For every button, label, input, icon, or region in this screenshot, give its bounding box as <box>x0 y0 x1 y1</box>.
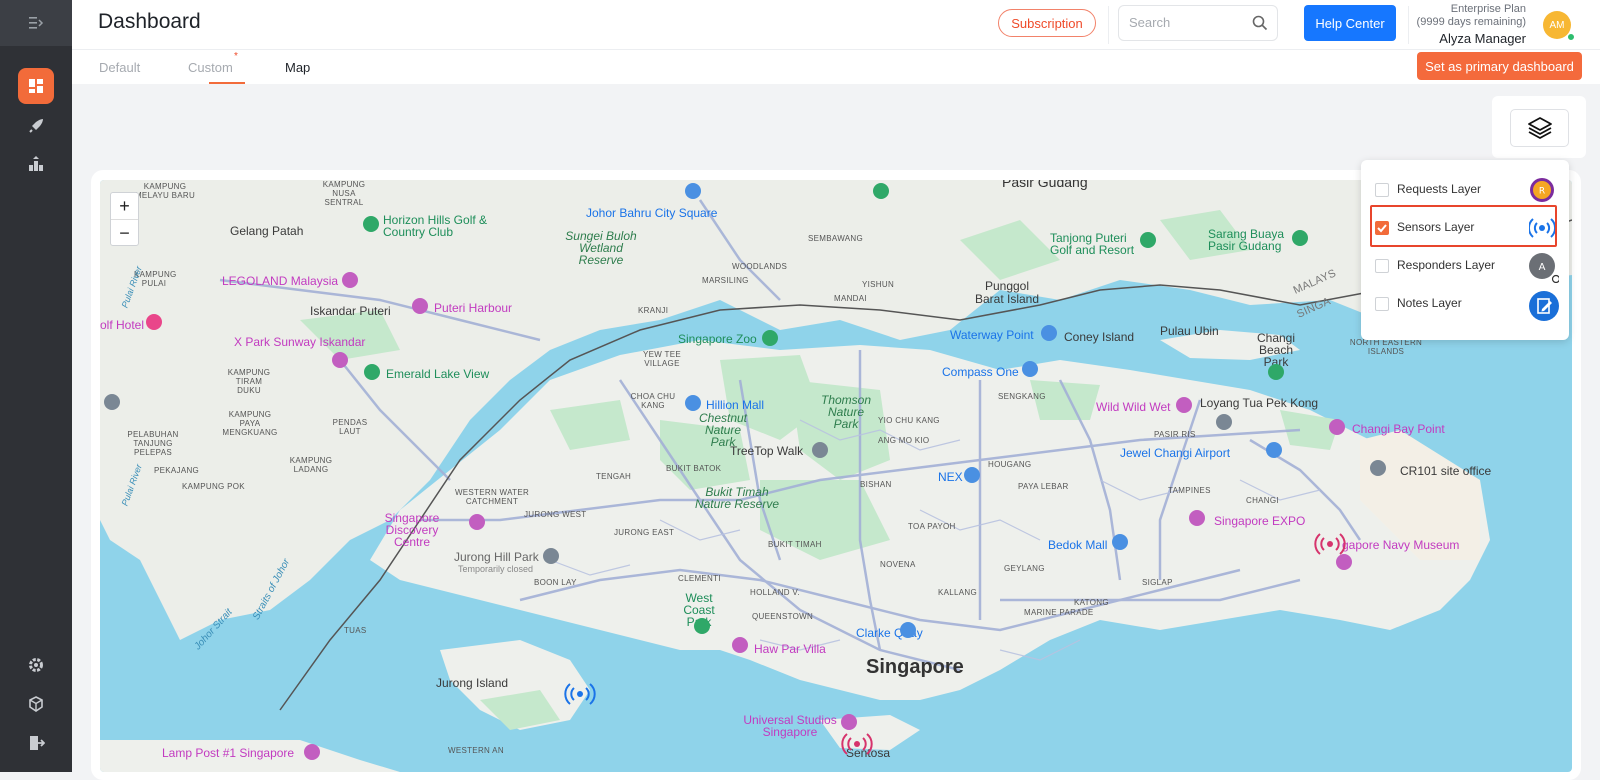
poi-marker-blue[interactable] <box>964 467 980 483</box>
zoom-out-button[interactable]: − <box>111 220 138 246</box>
chart-upload-icon <box>29 156 43 171</box>
nav-launch-button[interactable] <box>18 108 54 144</box>
svg-text:A: A <box>1539 262 1546 273</box>
poi-marker-blue[interactable] <box>1112 534 1128 550</box>
poi-marker-pink[interactable] <box>1336 554 1352 570</box>
poi-marker-blue[interactable] <box>1266 442 1282 458</box>
poi-marker-gray[interactable] <box>1370 460 1386 476</box>
poi-marker-green[interactable] <box>1268 364 1284 380</box>
zoom-control: + − <box>110 192 139 246</box>
nav-settings-button[interactable] <box>18 647 54 683</box>
layer-label: Notes Layer <box>1397 296 1462 310</box>
divider <box>1108 6 1109 44</box>
poi-marker-pink[interactable] <box>304 744 320 760</box>
layer-item-notes[interactable]: Notes Layer <box>1375 289 1559 321</box>
poi-marker-blue[interactable] <box>685 395 701 411</box>
subscription-button[interactable]: Subscription <box>998 9 1096 37</box>
svg-text:R: R <box>1539 187 1545 197</box>
divider <box>1408 6 1409 44</box>
tab-default[interactable]: Default <box>99 60 140 75</box>
poi-marker-pink[interactable] <box>1329 419 1345 435</box>
sensor-marker[interactable] <box>841 733 873 755</box>
poi-marker-pink[interactable] <box>412 298 428 314</box>
rocket-icon <box>29 119 43 133</box>
tab-map-unsaved-marker: * <box>234 51 238 62</box>
nav-dashboard-button[interactable] <box>18 68 54 104</box>
plan-name: Enterprise Plan <box>1450 3 1526 15</box>
poi-marker-green[interactable] <box>694 618 710 634</box>
poi-marker-gray[interactable] <box>104 394 120 410</box>
layer-item-responders[interactable]: Responders Layer A <box>1375 251 1559 283</box>
plan-remaining: (9999 days remaining) <box>1416 16 1526 28</box>
requests-layer-icon: R <box>1530 178 1554 202</box>
poi-marker-gray[interactable] <box>812 442 828 458</box>
poi-marker-gray[interactable] <box>543 548 559 564</box>
layers-toggle-button[interactable] <box>1510 109 1569 147</box>
top-bar: Dashboard Subscription Help Center Enter… <box>72 0 1600 50</box>
map-canvas[interactable]: Pasir Gudang Johor Bahru City Square Hor… <box>100 180 1572 772</box>
help-center-button[interactable]: Help Center <box>1304 5 1396 41</box>
nav-packages-button[interactable] <box>18 686 54 722</box>
layers-icon <box>1527 117 1552 139</box>
poi-marker-green[interactable] <box>762 330 778 346</box>
poi-marker-green[interactable] <box>363 216 379 232</box>
set-primary-dashboard-button[interactable]: Set as primary dashboard <box>1417 52 1582 80</box>
poi-marker-blue[interactable] <box>685 183 701 199</box>
layer-label: Responders Layer <box>1397 258 1496 272</box>
zoom-in-button[interactable]: + <box>111 193 138 219</box>
active-tab-indicator <box>209 82 245 84</box>
poi-marker-green[interactable] <box>1292 230 1308 246</box>
responder-avatar-icon: A <box>1529 253 1559 283</box>
dashboard-tabs: Default Custom Map <box>72 50 1600 84</box>
nav-reports-button[interactable] <box>18 146 54 182</box>
poi-marker-pink[interactable] <box>342 272 358 288</box>
sensors-layer-highlight <box>1370 205 1557 247</box>
poi-marker-pink[interactable] <box>1189 510 1205 526</box>
search-box[interactable] <box>1118 5 1278 41</box>
poi-marker-blue[interactable] <box>900 622 916 638</box>
cube-icon <box>29 696 43 712</box>
poi-marker-green[interactable] <box>1140 232 1156 248</box>
layers-panel: Requests Layer R Sensors Layer Responder… <box>1361 160 1569 340</box>
search-input[interactable] <box>1129 15 1249 30</box>
logout-button[interactable] <box>18 725 54 761</box>
search-icon <box>1252 15 1268 31</box>
note-edit-icon <box>1529 291 1559 321</box>
layer-item-requests[interactable]: Requests Layer R <box>1375 175 1555 205</box>
requests-layer-checkbox[interactable] <box>1375 183 1389 197</box>
responders-layer-checkbox[interactable] <box>1375 259 1389 273</box>
plan-info: Enterprise Plan (9999 days remaining) Al… <box>1410 3 1526 45</box>
tab-custom[interactable]: Custom <box>188 60 233 75</box>
gear-icon <box>29 658 43 672</box>
poi-marker-pink[interactable] <box>146 314 162 330</box>
poi-marker-blue[interactable] <box>1022 361 1038 377</box>
page-title: Dashboard <box>98 10 201 33</box>
poi-marker-gray[interactable] <box>1216 414 1232 430</box>
collapse-sidebar-button[interactable] <box>0 0 72 46</box>
sensor-marker[interactable] <box>1314 533 1346 555</box>
sensor-marker[interactable] <box>564 683 596 705</box>
logout-icon <box>30 736 45 750</box>
user-name[interactable]: Alyza Manager <box>1410 32 1526 45</box>
sidebar <box>0 0 72 772</box>
notes-layer-checkbox[interactable] <box>1375 297 1389 311</box>
poi-marker-green[interactable] <box>873 183 889 199</box>
poi-marker-pink[interactable] <box>841 714 857 730</box>
poi-marker-blue[interactable] <box>1041 325 1057 341</box>
poi-marker-pink[interactable] <box>332 352 348 368</box>
collapse-icon <box>29 17 44 29</box>
poi-marker-green[interactable] <box>364 364 380 380</box>
map-markers <box>104 183 1386 760</box>
layer-label: Requests Layer <box>1397 182 1482 196</box>
poi-marker-pink[interactable] <box>469 514 485 530</box>
tab-map[interactable]: Map <box>285 60 310 75</box>
poi-marker-pink[interactable] <box>1176 397 1192 413</box>
poi-marker-pink[interactable] <box>732 637 748 653</box>
dashboard-icon <box>29 79 43 93</box>
online-status-dot <box>1567 33 1575 41</box>
